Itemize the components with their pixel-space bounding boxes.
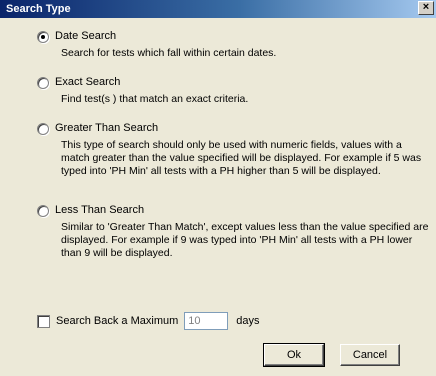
search-back-maximum-label[interactable]: Search Back a Maximum <box>56 315 178 327</box>
option-less-than-search: Less Than Search Similar to 'Greater Tha… <box>37 204 431 260</box>
date-search-radio[interactable] <box>37 30 49 43</box>
option-exact-search: Exact Search Find test(s ) that match an… <box>37 76 431 106</box>
days-input[interactable] <box>184 312 229 330</box>
exact-search-radio[interactable] <box>37 76 49 89</box>
ok-button-label: Ok <box>286 349 302 361</box>
close-icon: × <box>422 1 430 13</box>
exact-search-description: Find test(s ) that match an exact criter… <box>61 93 249 105</box>
less-than-search-radio[interactable] <box>37 204 49 217</box>
dialog-title: Search Type <box>6 3 71 15</box>
days-unit-label: days <box>236 315 260 327</box>
close-button[interactable]: × <box>418 1 434 15</box>
option-greater-than-search: Greater Than Search This type of search … <box>37 122 431 178</box>
less-than-search-label[interactable]: Less Than Search <box>55 204 144 217</box>
cancel-button-label: Cancel <box>352 349 388 361</box>
greater-than-search-description: This type of search should only be used … <box>61 139 422 177</box>
search-type-dialog: Search Type × Date Search Search for tes… <box>0 0 436 376</box>
cancel-button[interactable]: Cancel <box>340 344 400 366</box>
ok-button[interactable]: Ok <box>263 343 325 367</box>
title-bar: Search Type × <box>0 0 436 18</box>
date-search-description: Search for tests which fall within certa… <box>61 47 277 59</box>
search-back-maximum-checkbox[interactable] <box>37 314 50 328</box>
greater-than-search-label[interactable]: Greater Than Search <box>55 122 158 135</box>
less-than-search-description: Similar to 'Greater Than Match', except … <box>61 221 429 259</box>
option-date-search: Date Search Search for tests which fall … <box>37 30 431 60</box>
date-search-label[interactable]: Date Search <box>55 30 116 43</box>
greater-than-search-radio[interactable] <box>37 122 49 135</box>
exact-search-label[interactable]: Exact Search <box>55 76 120 89</box>
search-back-maximum-row: Search Back a Maximum days <box>37 312 260 330</box>
